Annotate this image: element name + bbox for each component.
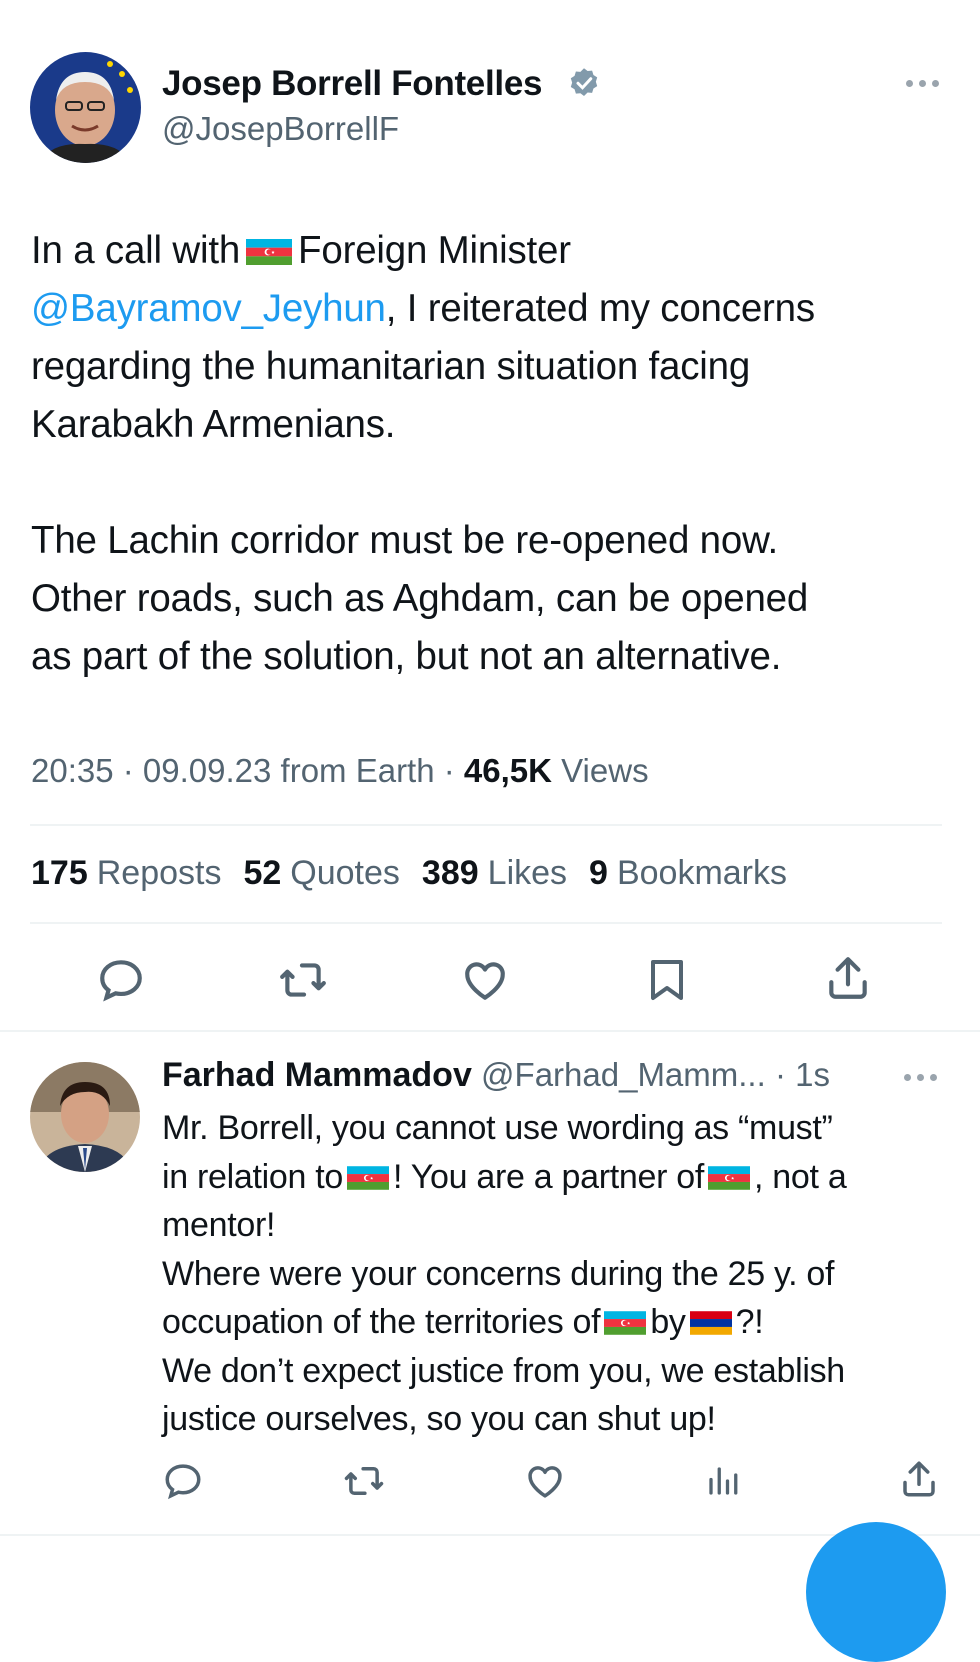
azerbaijan-flag-icon [708,1166,750,1190]
azerbaijan-flag-icon [246,239,292,265]
reply-more-icon[interactable] [904,1074,937,1081]
divider [30,922,942,924]
like-icon[interactable] [459,955,511,1005]
azerbaijan-flag-icon [347,1166,389,1190]
repost-icon[interactable] [341,1460,387,1502]
reposts-stat[interactable]: 175 Reposts [31,854,221,893]
mention-link[interactable]: @Bayramov_Jeyhun [31,287,386,330]
repost-icon[interactable] [276,955,330,1005]
tweet-meta: 20:35 · 09.09.23 from Earth · 46,5K View… [31,752,649,789]
likes-stat[interactable]: 389 Likes [422,854,567,893]
bookmarks-stat[interactable]: 9 Bookmarks [589,854,787,893]
verified-badge-icon [570,68,598,96]
armenia-flag-icon [690,1311,732,1335]
compose-fab[interactable] [806,1522,946,1662]
reply-icon[interactable] [96,955,146,1005]
engagement-stats: 175 Reposts 52 Quotes 389 Likes 9 Bookmarks [31,854,787,893]
reply-time[interactable]: · 1s [775,1056,830,1093]
views-count: 46,5K [463,752,552,789]
like-icon[interactable] [523,1460,567,1502]
more-icon[interactable] [906,80,939,87]
share-icon[interactable] [898,1458,940,1500]
tweet-text: In a call with Foreign Minister @Bayramov… [31,229,815,678]
author-handle[interactable]: @JosepBorrellF [162,110,399,148]
reply-author-name[interactable]: Farhad Mammadov [162,1056,472,1094]
divider [30,824,942,826]
reply-author-avatar[interactable] [30,1062,140,1172]
reply-author-handle[interactable]: @Farhad_Mamm... [481,1056,766,1093]
quotes-stat[interactable]: 52 Quotes [243,854,399,893]
reply-header: Farhad Mammadov @Farhad_Mamm... · 1s [162,1056,830,1095]
reply-icon[interactable] [162,1460,204,1502]
author-name[interactable]: Josep Borrell Fontelles [162,64,542,104]
author-avatar[interactable] [30,52,141,163]
bookmark-icon[interactable] [643,955,691,1005]
azerbaijan-flag-icon [604,1311,646,1335]
share-icon[interactable] [823,953,873,1003]
views-icon[interactable] [705,1462,741,1500]
reply-text: Mr. Borrell, you cannot use wording as “… [162,1109,847,1438]
divider [0,1030,980,1032]
